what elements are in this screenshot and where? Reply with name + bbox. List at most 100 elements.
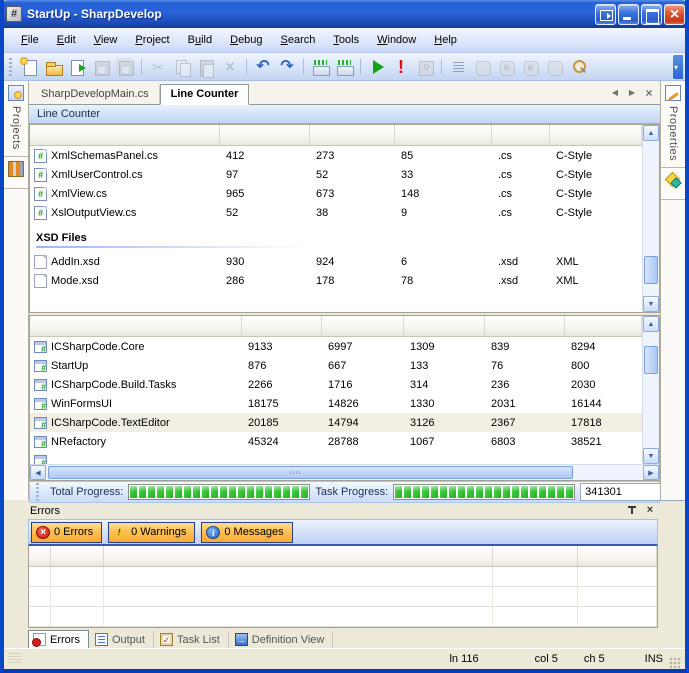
build-all-icon[interactable] [333, 56, 355, 78]
project-row[interactable] [30, 451, 642, 464]
new-file-icon[interactable] [18, 56, 40, 78]
csharp-file-icon [34, 206, 47, 220]
column-header[interactable] [242, 316, 322, 336]
column-header[interactable] [51, 546, 104, 566]
column-header[interactable] [322, 316, 404, 336]
empty-row [29, 567, 657, 587]
scroll-down-icon[interactable] [643, 448, 659, 464]
menu-window[interactable]: Window [368, 31, 425, 49]
panel-tab-errors[interactable]: Errors [28, 630, 89, 648]
sidebar-tab-projects[interactable]: Projects [4, 81, 28, 157]
errors-panel-title: Errors [30, 505, 626, 517]
save-as-icon[interactable] [66, 56, 88, 78]
menu-build[interactable]: Build [179, 31, 221, 49]
scroll-right-icon[interactable] [643, 465, 659, 480]
scroll-up-icon[interactable] [643, 125, 659, 141]
scroll-thumb[interactable] [644, 256, 658, 284]
sidebar-tab-tools[interactable] [4, 157, 28, 189]
scroll-up-icon[interactable] [643, 316, 659, 332]
files-table-scrollbar[interactable] [642, 125, 659, 312]
column-header[interactable] [485, 316, 565, 336]
column-header[interactable] [550, 125, 642, 145]
column-header[interactable] [220, 125, 310, 145]
redo-icon[interactable] [276, 56, 298, 78]
close-panel-icon[interactable] [644, 505, 656, 517]
sidebar-tab-properties[interactable]: Properties [661, 81, 685, 168]
undo-icon[interactable] [252, 56, 274, 78]
project-row[interactable]: ICSharpCode.Core 9133 6997 1309 839 8294 [30, 337, 642, 356]
pad-title: Line Counter [37, 108, 100, 120]
next-tab-button[interactable] [625, 86, 639, 100]
column-header[interactable] [395, 125, 492, 145]
errors-filter-button[interactable]: 0 Errors [31, 522, 102, 543]
total-progress-bar [128, 484, 310, 500]
maximize-button[interactable] [641, 4, 662, 25]
project-row[interactable]: ICSharpCode.TextEditor 20185 14794 3126 … [30, 413, 642, 432]
build-icon[interactable] [309, 56, 331, 78]
errors-panel: Errors 0 Errors 0 Warnings 0 Messages [28, 502, 658, 628]
menu-debug[interactable]: Debug [221, 31, 271, 49]
project-row[interactable]: WinFormsUI 18175 14826 1330 2031 16144 [30, 394, 642, 413]
pin-icon[interactable] [626, 505, 638, 517]
column-header[interactable] [404, 316, 485, 336]
column-header[interactable] [493, 546, 578, 566]
file-row[interactable]: XmlView.cs 965 673 148 .cs C-Style [30, 184, 642, 203]
file-row[interactable]: Mode.xsd 286 178 78 .xsd XML [30, 271, 642, 290]
project-row[interactable]: ICSharpCode.Build.Tasks 2266 1716 314 23… [30, 375, 642, 394]
files-table: XmlSchemasPanel.cs 412 273 85 .cs C-Styl… [29, 124, 660, 313]
tab-line-counter[interactable]: Line Counter [160, 84, 250, 105]
project-row[interactable]: StartUp 876 667 133 76 800 [30, 356, 642, 375]
file-row[interactable]: XmlSchemasPanel.cs 412 273 85 .cs C-Styl… [30, 146, 642, 165]
scroll-thumb[interactable] [644, 346, 658, 374]
save-icon [90, 56, 112, 78]
panel-tab-task-list[interactable]: Task List [156, 631, 229, 648]
panel-tab-output[interactable]: Output [91, 631, 154, 648]
menu-tools[interactable]: Tools [324, 31, 368, 49]
column-header[interactable] [30, 125, 220, 145]
title-bar[interactable]: StartUp - SharpDevelop [0, 0, 689, 28]
column-header[interactable] [492, 125, 550, 145]
project-row[interactable]: NRefactory 45324 28788 1067 6803 38521 [30, 432, 642, 451]
scroll-left-icon[interactable] [30, 465, 46, 480]
column-header[interactable] [29, 546, 51, 566]
file-row[interactable]: XslOutputView.cs 52 38 9 .cs C-Style [30, 203, 642, 222]
column-header[interactable] [104, 546, 493, 566]
scroll-down-icon[interactable] [643, 296, 659, 312]
panel-tab-definition-view[interactable]: Definition View [231, 631, 334, 648]
tab-sharpdevelopmain[interactable]: SharpDevelopMain.cs [31, 85, 160, 104]
menu-search[interactable]: Search [272, 31, 325, 49]
open-file-icon[interactable] [42, 56, 64, 78]
file-row[interactable]: AddIn.xsd 930 924 6 .xsd XML [30, 252, 642, 271]
bookmark-list-icon[interactable] [447, 56, 469, 78]
minimize-button[interactable] [618, 4, 639, 25]
toolbar-overflow-button[interactable] [673, 55, 683, 79]
sidebar-tab-classes[interactable] [661, 168, 685, 200]
projects-table-scrollbar[interactable] [642, 316, 659, 464]
menu-help[interactable]: Help [425, 31, 466, 49]
run-icon[interactable] [366, 56, 388, 78]
menu-bar: FileEditViewProjectBuildDebugSearchTools… [4, 28, 685, 53]
resize-grip[interactable] [669, 657, 681, 669]
warnings-filter-button[interactable]: 0 Warnings [108, 522, 195, 543]
menu-file[interactable]: File [12, 31, 48, 49]
column-header[interactable] [578, 546, 657, 566]
toolbar-grip[interactable] [9, 58, 15, 76]
window-toggle-button[interactable] [595, 4, 616, 25]
save-all-icon [114, 56, 136, 78]
find-icon[interactable] [567, 56, 589, 78]
projects-table-hscrollbar[interactable] [30, 464, 659, 480]
column-header[interactable] [310, 125, 395, 145]
menu-view[interactable]: View [85, 31, 127, 49]
menu-project[interactable]: Project [126, 31, 178, 49]
column-header[interactable] [565, 316, 642, 336]
progress-strip-grip[interactable] [36, 483, 42, 501]
close-tab-button[interactable] [642, 86, 656, 100]
column-header[interactable] [30, 316, 242, 336]
scroll-thumb[interactable] [48, 466, 573, 479]
file-row[interactable]: XmlUserControl.cs 97 52 33 .cs C-Style [30, 165, 642, 184]
prev-tab-button[interactable] [608, 86, 622, 100]
close-button[interactable] [664, 4, 685, 25]
abort-icon[interactable] [390, 56, 412, 78]
messages-filter-button[interactable]: 0 Messages [201, 522, 292, 543]
menu-edit[interactable]: Edit [48, 31, 85, 49]
